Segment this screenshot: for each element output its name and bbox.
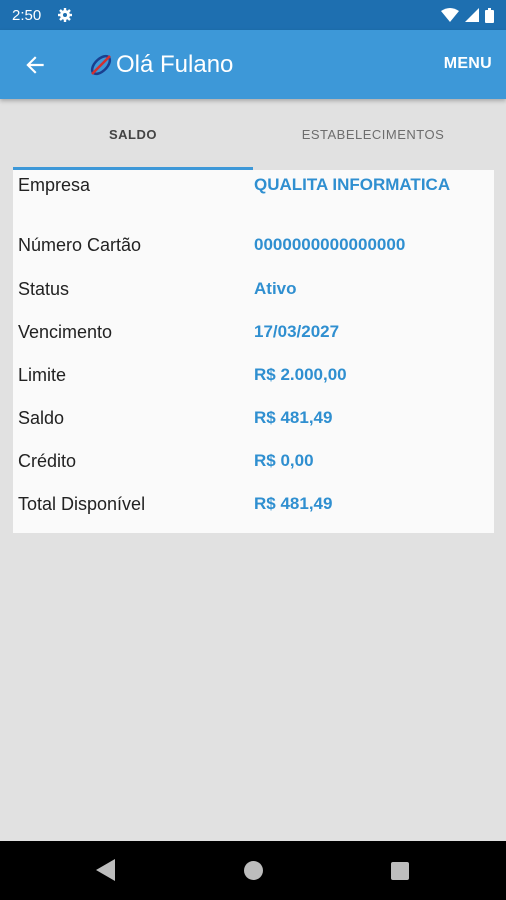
- detail-label: Vencimento: [18, 322, 113, 342]
- battery-icon: [485, 7, 494, 23]
- back-triangle-icon[interactable]: [96, 859, 116, 881]
- balance-card: Empresa QUALITA INFORMATICA Número Cartã…: [13, 170, 494, 533]
- menu-button[interactable]: MENU: [444, 55, 492, 73]
- signal-icon: [465, 8, 479, 22]
- detail-label: Total Disponível: [18, 494, 146, 514]
- detail-value: R$ 481,49: [254, 494, 333, 513]
- detail-row-numero-cartao: Número Cartão 0000000000000000: [13, 231, 494, 259]
- detail-value: 17/03/2027: [254, 322, 340, 341]
- detail-value: Ativo: [254, 279, 297, 298]
- tab-saldo[interactable]: SALDO: [13, 99, 253, 170]
- recents-square-icon[interactable]: [391, 862, 409, 880]
- detail-label: Empresa: [18, 175, 91, 195]
- wifi-icon: [441, 8, 459, 22]
- status-time: 2:50: [12, 6, 42, 24]
- detail-row-saldo: Saldo R$ 481,49: [13, 404, 494, 432]
- gear-icon: [58, 8, 73, 22]
- tab-estabelecimentos[interactable]: ESTABELECIMENTOS: [253, 99, 493, 170]
- detail-label: Saldo: [18, 408, 65, 428]
- detail-row-status: Status Ativo: [13, 275, 494, 303]
- detail-row-total-disponivel: Total Disponível R$ 481,49: [13, 490, 494, 518]
- status-bar: 2:50: [0, 0, 506, 30]
- system-nav-bar: [0, 841, 506, 900]
- tab-bar: SALDO ESTABELECIMENTOS: [0, 99, 506, 170]
- detail-label: Crédito: [18, 451, 77, 471]
- detail-value: QUALITA INFORMATICA: [254, 175, 451, 194]
- app-bar: Olá Fulano MENU: [0, 30, 506, 99]
- detail-row-limite: Limite R$ 2.000,00: [13, 361, 494, 389]
- detail-value: 0000000000000000: [254, 235, 406, 254]
- detail-row-vencimento: Vencimento 17/03/2027: [13, 318, 494, 346]
- app-logo-icon: [90, 54, 112, 76]
- detail-label: Número Cartão: [18, 235, 142, 255]
- detail-row-credito: Crédito R$ 0,00: [13, 447, 494, 475]
- detail-label: Status: [18, 279, 70, 299]
- home-circle-icon[interactable]: [244, 861, 263, 880]
- detail-label: Limite: [18, 365, 67, 385]
- page-title: Olá Fulano: [116, 51, 234, 78]
- detail-value: R$ 0,00: [254, 451, 314, 470]
- detail-row-empresa: Empresa QUALITA INFORMATICA: [13, 171, 494, 199]
- detail-value: R$ 481,49: [254, 408, 333, 427]
- detail-value: R$ 2.000,00: [254, 365, 347, 384]
- back-arrow-icon[interactable]: [22, 52, 48, 78]
